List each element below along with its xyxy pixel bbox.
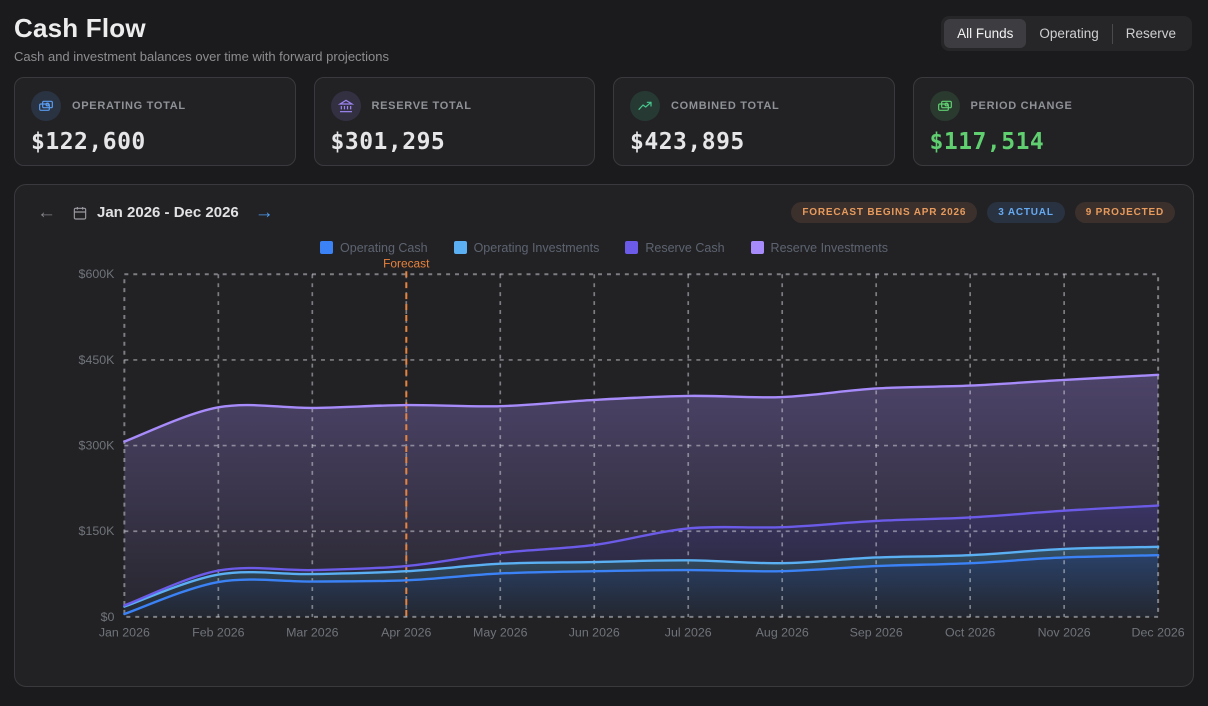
legend-label: Operating Investments xyxy=(474,241,600,255)
svg-text:Aug 2026: Aug 2026 xyxy=(756,626,809,640)
legend-item: Reserve Cash xyxy=(625,240,724,255)
legend-label: Reserve Investments xyxy=(771,241,888,255)
svg-text:$600K: $600K xyxy=(79,267,116,281)
svg-text:Jun 2026: Jun 2026 xyxy=(569,626,620,640)
fund-filter-tabs: All Funds Operating Reserve xyxy=(941,16,1192,51)
forecast-label: Forecast xyxy=(383,256,430,270)
svg-text:$0: $0 xyxy=(101,610,115,624)
cash-flow-chart-panel: ← Jan 2026 - Dec 2026 → FORECAST BEGINS … xyxy=(14,184,1194,687)
svg-text:$450K: $450K xyxy=(79,353,116,367)
card-value: $117,514 xyxy=(930,129,1178,155)
legend-label: Reserve Cash xyxy=(645,241,724,255)
svg-text:$150K: $150K xyxy=(79,524,116,538)
forecast-begins-badge: FORECAST BEGINS APR 2026 xyxy=(791,202,977,223)
bank-icon xyxy=(331,91,361,121)
actual-count-badge: 3 ACTUAL xyxy=(987,202,1064,223)
legend-item: Reserve Investments xyxy=(751,240,888,255)
svg-text:$300K: $300K xyxy=(79,439,116,453)
card-operating-total: OPERATING TOTAL $122,600 xyxy=(14,77,296,166)
page-title: Cash Flow xyxy=(14,13,389,44)
legend-label: Operating Cash xyxy=(340,241,428,255)
previous-period-arrow-icon[interactable]: ← xyxy=(33,201,60,224)
card-label: OPERATING TOTAL xyxy=(72,100,186,112)
calendar-icon xyxy=(72,205,88,221)
next-period-arrow-icon[interactable]: → xyxy=(251,201,278,224)
chart-legend: Operating Cash Operating Investments Reser… xyxy=(33,240,1175,255)
chart-header: ← Jan 2026 - Dec 2026 → FORECAST BEGINS … xyxy=(33,201,1175,224)
tab-operating[interactable]: Operating xyxy=(1026,19,1111,48)
svg-text:Jan 2026: Jan 2026 xyxy=(99,626,150,640)
page-subtitle: Cash and investment balances over time w… xyxy=(14,49,389,64)
tab-all-funds[interactable]: All Funds xyxy=(944,19,1026,48)
card-value: $122,600 xyxy=(31,129,279,155)
svg-text:May 2026: May 2026 xyxy=(473,626,528,640)
card-value: $301,295 xyxy=(331,129,579,155)
card-label: PERIOD CHANGE xyxy=(971,100,1073,112)
svg-text:Oct 2026: Oct 2026 xyxy=(945,626,995,640)
svg-text:Feb 2026: Feb 2026 xyxy=(192,626,245,640)
date-range-label: Jan 2026 - Dec 2026 xyxy=(97,204,239,221)
svg-text:Mar 2026: Mar 2026 xyxy=(286,626,339,640)
legend-swatch-icon xyxy=(625,241,638,254)
svg-text:Dec 2026: Dec 2026 xyxy=(1132,626,1185,640)
tab-reserve[interactable]: Reserve xyxy=(1113,19,1189,48)
legend-swatch-icon xyxy=(454,241,467,254)
card-combined-total: COMBINED TOTAL $423,895 xyxy=(613,77,895,166)
card-label: RESERVE TOTAL xyxy=(372,100,472,112)
page-header: Cash Flow Cash and investment balances o… xyxy=(0,0,1208,64)
stacked-area-chart: $0 $150K $300K $450K $600K Forecast Jan 2026 Fe… xyxy=(33,255,1175,657)
legend-item: Operating Investments xyxy=(454,240,600,255)
status-badges: FORECAST BEGINS APR 2026 3 ACTUAL 9 PROJ… xyxy=(791,202,1175,223)
card-period-change: PERIOD CHANGE $117,514 xyxy=(913,77,1195,166)
svg-text:Sep 2026: Sep 2026 xyxy=(850,626,903,640)
projected-count-badge: 9 PROJECTED xyxy=(1075,202,1175,223)
card-label: COMBINED TOTAL xyxy=(671,100,779,112)
title-block: Cash Flow Cash and investment balances o… xyxy=(14,13,389,64)
banknotes-icon xyxy=(31,91,61,121)
svg-text:Apr 2026: Apr 2026 xyxy=(381,626,431,640)
card-value: $423,895 xyxy=(630,129,878,155)
banknotes-icon xyxy=(930,91,960,121)
legend-swatch-icon xyxy=(320,241,333,254)
svg-text:Jul 2026: Jul 2026 xyxy=(665,626,712,640)
legend-swatch-icon xyxy=(751,241,764,254)
legend-item: Operating Cash xyxy=(320,240,428,255)
svg-text:Nov 2026: Nov 2026 xyxy=(1038,626,1091,640)
trend-up-icon xyxy=(630,91,660,121)
stat-cards: OPERATING TOTAL $122,600 RESERVE TOTAL $… xyxy=(0,64,1208,166)
card-reserve-total: RESERVE TOTAL $301,295 xyxy=(314,77,596,166)
